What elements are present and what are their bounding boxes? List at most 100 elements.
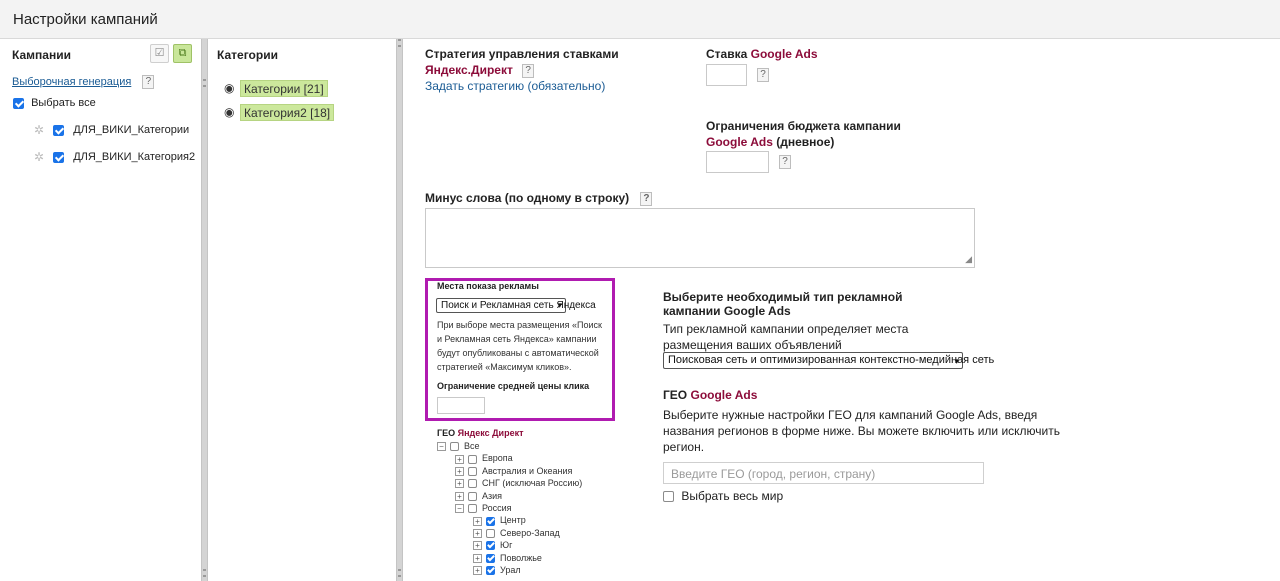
gear-icon[interactable]: ✲: [34, 150, 44, 164]
google-geo-title: ГЕО: [663, 388, 688, 402]
eye-icon[interactable]: ◉: [224, 105, 234, 119]
expand-icon[interactable]: +: [455, 491, 464, 501]
collapse-icon[interactable]: −: [455, 504, 464, 514]
google-type-selected: Поисковая сеть и оптимизированная контек…: [668, 354, 995, 366]
google-bid-input[interactable]: [706, 64, 747, 86]
geo-tree-row[interactable]: + Европа: [455, 453, 513, 464]
geo-label: Центр: [500, 515, 526, 526]
select-all-label: Выбрать все: [31, 97, 96, 109]
selective-generation-link[interactable]: Выборочная генерация: [12, 76, 131, 88]
ad-places-note: При выборе места размещения «Поиск и Рек…: [437, 320, 602, 372]
google-bid-label: Ставка: [706, 47, 748, 61]
campaign-checkbox[interactable]: [53, 124, 65, 136]
geo-tree-row[interactable]: + СНГ (исключая Россию): [455, 478, 583, 489]
expand-icon[interactable]: +: [455, 466, 464, 476]
select-all-row[interactable]: Выбрать все: [13, 97, 96, 109]
geo-checkbox[interactable]: [486, 516, 495, 526]
geo-checkbox[interactable]: [468, 491, 477, 501]
help-icon[interactable]: ?: [522, 63, 535, 78]
geo-checkbox[interactable]: [486, 553, 495, 563]
geo-tree-row[interactable]: + Австралия и Океания: [455, 466, 572, 476]
google-ads-label: Google Ads: [706, 135, 773, 149]
expand-icon[interactable]: +: [455, 454, 464, 464]
resize-grip-icon[interactable]: ◢: [965, 254, 972, 265]
geo-tree-row[interactable]: + Азия: [455, 491, 502, 501]
geo-label: Австралия и Океания: [482, 465, 573, 476]
help-icon[interactable]: ?: [640, 191, 653, 206]
geo-label: Азия: [482, 490, 503, 501]
ad-places-title: Места показа рекламы: [437, 281, 539, 291]
left-splitter[interactable]: [201, 39, 208, 581]
google-type-desc-2: размещения ваших объявлений: [663, 338, 842, 352]
select-world-checkbox[interactable]: [663, 491, 674, 503]
select-world-row[interactable]: Выбрать весь мир: [663, 489, 783, 503]
geo-checkbox[interactable]: [468, 454, 477, 464]
select-all-checkbox[interactable]: [13, 97, 24, 109]
page-title: Настройки кампаний: [0, 0, 1280, 39]
geo-tree-row[interactable]: + Юг: [473, 540, 512, 551]
expand-icon[interactable]: +: [455, 479, 464, 489]
categories-panel: Категории ◉ Категории [21] ◉ Категория2 …: [209, 39, 396, 581]
geo-checkbox[interactable]: [486, 566, 495, 576]
minus-words-textarea[interactable]: ◢: [425, 208, 975, 268]
geo-checkbox[interactable]: [468, 504, 477, 514]
geo-label: Европа: [482, 453, 513, 464]
campaign-row[interactable]: ✲ ДЛЯ_ВИКИ_Категория2: [34, 150, 195, 164]
yandex-geo-title: ГЕО: [437, 428, 456, 438]
geo-checkbox[interactable]: [486, 541, 495, 551]
ad-places-selected: Поиск и Рекламная сеть Яндекса: [441, 300, 596, 311]
yandex-direct-label: Яндекс.Директ: [425, 63, 513, 77]
geo-label: СНГ (исключая Россию): [482, 478, 583, 489]
google-geo-input[interactable]: Введите ГЕО (город, регион, страну): [663, 462, 984, 484]
set-strategy-link[interactable]: Задать стратегию (обязательно): [425, 79, 605, 93]
budget-input[interactable]: [706, 151, 769, 173]
google-type-desc-1: Тип рекламной кампании определяет места: [663, 322, 909, 336]
expand-icon[interactable]: +: [473, 553, 482, 563]
ad-places-select[interactable]: Поиск и Рекламная сеть Яндекса ▾: [436, 298, 596, 313]
collapse-icon[interactable]: −: [437, 442, 446, 452]
geo-tree-row[interactable]: + Северо-Запад: [473, 528, 560, 538]
google-geo-desc-3: регион.: [663, 440, 705, 454]
geo-tree-row[interactable]: + Поволжье: [473, 553, 542, 563]
campaign-name: ДЛЯ_ВИКИ_Категории: [73, 123, 190, 136]
cpc-limit-input[interactable]: [437, 397, 485, 414]
help-icon[interactable]: ?: [142, 75, 155, 89]
geo-label: Северо-Запад: [500, 527, 560, 538]
geo-checkbox[interactable]: [468, 466, 477, 476]
geo-tree-row[interactable]: + Центр: [473, 515, 526, 526]
google-type-title-2: кампании Google Ads: [663, 304, 791, 318]
google-type-select[interactable]: Поисковая сеть и оптимизированная контек…: [663, 352, 994, 369]
category-tag[interactable]: Категория2 [18]: [240, 104, 335, 121]
multi-check-icon[interactable]: ⧉: [173, 44, 192, 63]
google-geo-brand: Google Ads: [690, 388, 758, 402]
strategy-title: Стратегия управления ставками: [425, 47, 619, 61]
geo-checkbox[interactable]: [450, 442, 459, 452]
campaign-row[interactable]: ✲ ДЛЯ_ВИКИ_Категории: [34, 123, 189, 137]
right-splitter[interactable]: [396, 39, 403, 581]
geo-tree-row[interactable]: − Россия: [455, 503, 512, 514]
expand-icon[interactable]: +: [473, 541, 482, 551]
campaigns-panel: Кампании ☑ ⧉ Выборочная генерация ? Выбр…: [0, 39, 201, 581]
category-tag[interactable]: Категории [21]: [240, 80, 328, 97]
expand-icon[interactable]: +: [473, 528, 482, 538]
geo-label: Все: [464, 441, 480, 451]
budget-suffix: (дневное): [776, 135, 835, 149]
checklist-icon[interactable]: ☑: [150, 44, 169, 63]
geo-tree-row[interactable]: + Урал: [473, 565, 521, 576]
expand-icon[interactable]: +: [473, 516, 482, 526]
geo-checkbox[interactable]: [486, 528, 495, 538]
chevron-down-icon: ▾: [954, 356, 959, 366]
google-ads-label: Google Ads: [750, 47, 818, 61]
google-geo-desc-2: названия регионов в форме ниже. Вы может…: [663, 424, 1060, 438]
campaigns-header: Кампании: [12, 48, 71, 62]
categories-header: Категории: [217, 48, 278, 62]
gear-icon[interactable]: ✲: [34, 123, 44, 137]
campaign-checkbox[interactable]: [53, 151, 65, 163]
eye-icon[interactable]: ◉: [224, 81, 234, 95]
cpc-limit-label: Ограничение средней цены клика: [437, 381, 590, 391]
geo-tree-row[interactable]: − Все: [437, 441, 480, 452]
help-icon[interactable]: ?: [779, 155, 791, 169]
expand-icon[interactable]: +: [473, 566, 482, 576]
help-icon[interactable]: ?: [757, 68, 769, 82]
geo-checkbox[interactable]: [468, 479, 477, 489]
